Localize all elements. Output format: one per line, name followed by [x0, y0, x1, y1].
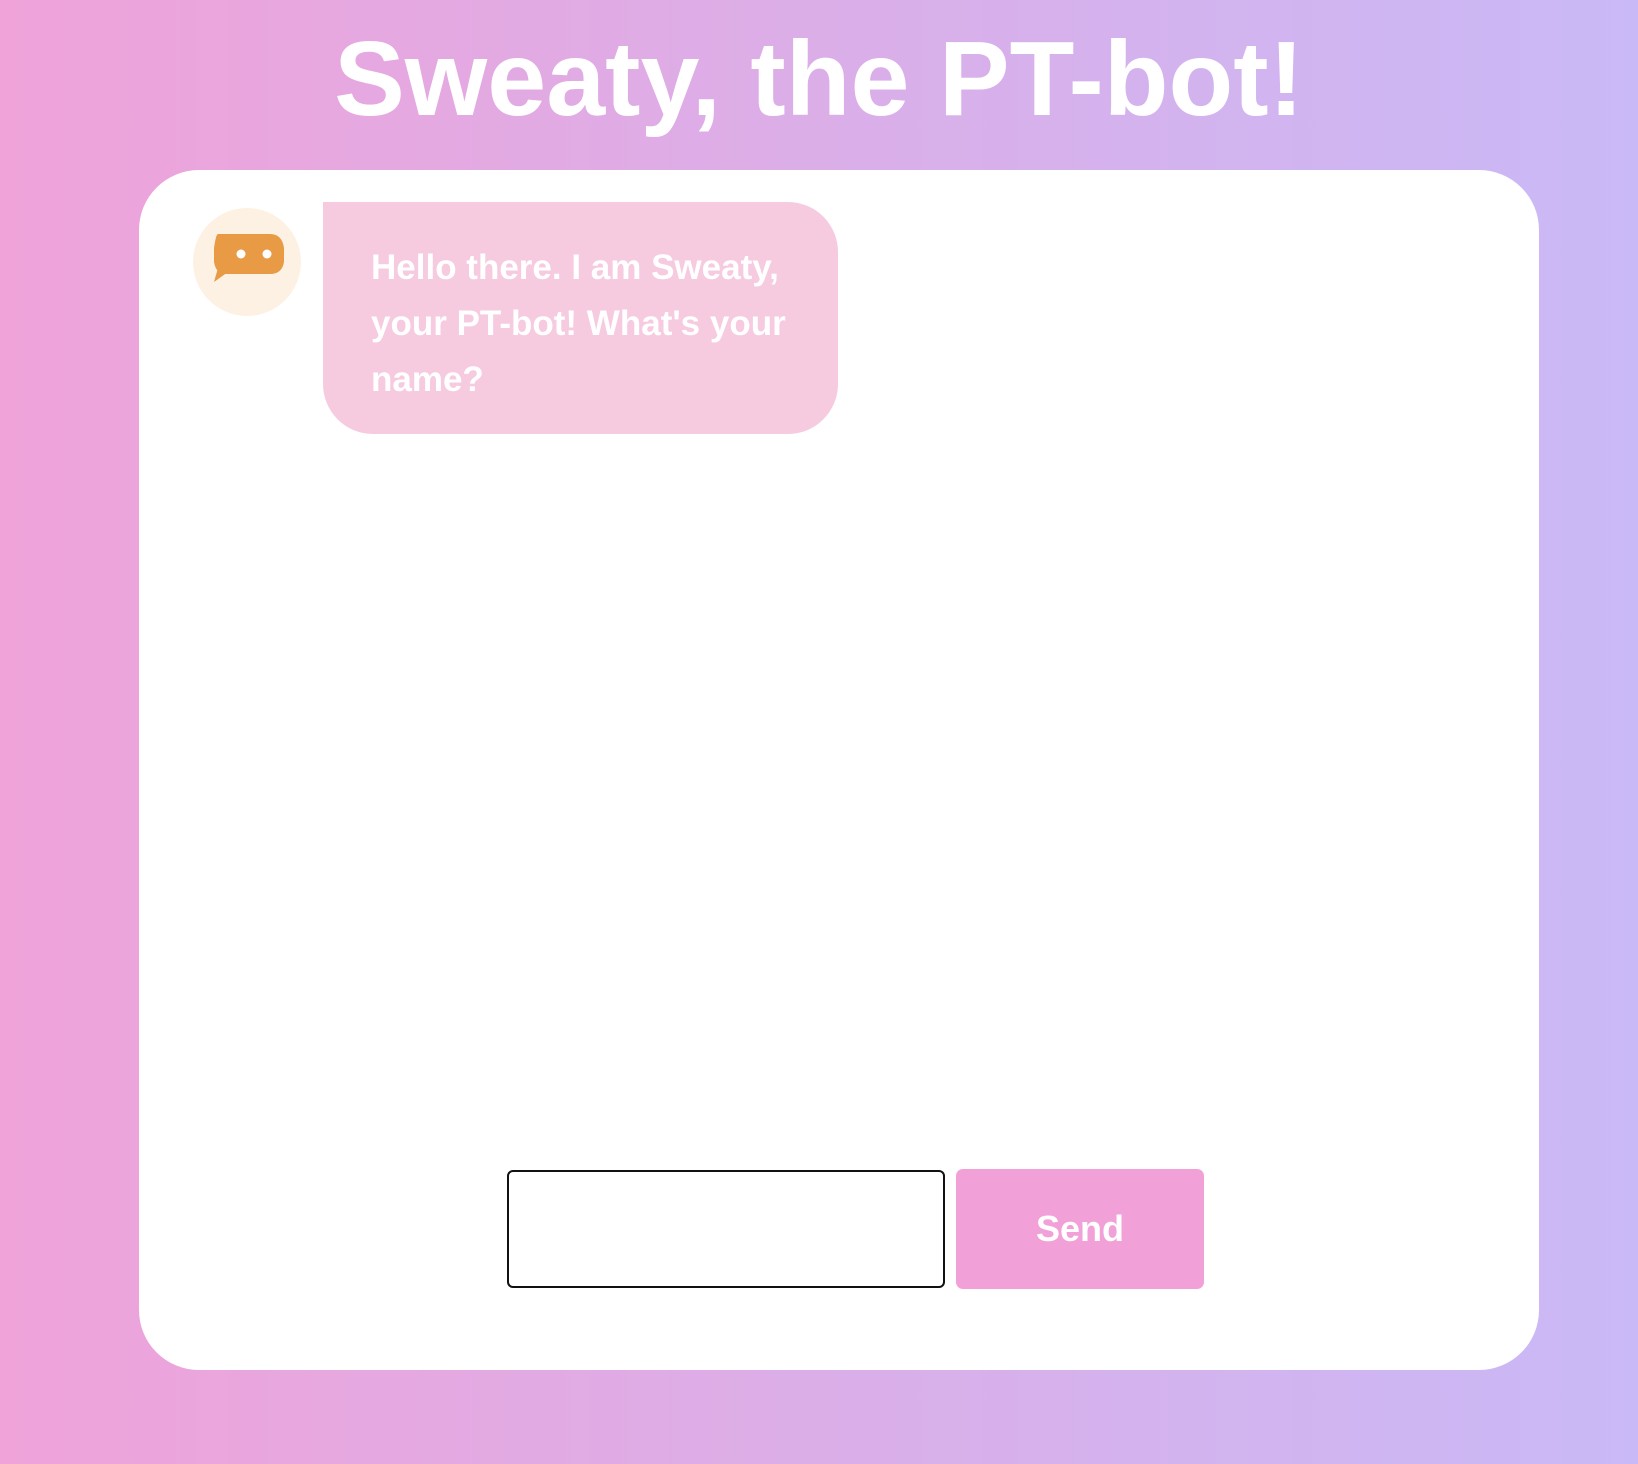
- send-button[interactable]: Send: [956, 1169, 1204, 1289]
- bot-avatar: [193, 208, 301, 316]
- message-input[interactable]: [507, 1170, 945, 1288]
- chat-bubble-icon: [214, 234, 284, 282]
- chat-panel: Hello there. I am Sweaty, your PT-bot! W…: [139, 170, 1539, 1370]
- page-title: Sweaty, the PT-bot!: [334, 20, 1304, 138]
- bot-message-bubble: Hello there. I am Sweaty, your PT-bot! W…: [323, 202, 838, 434]
- bot-message-text: Hello there. I am Sweaty, your PT-bot! W…: [371, 248, 786, 399]
